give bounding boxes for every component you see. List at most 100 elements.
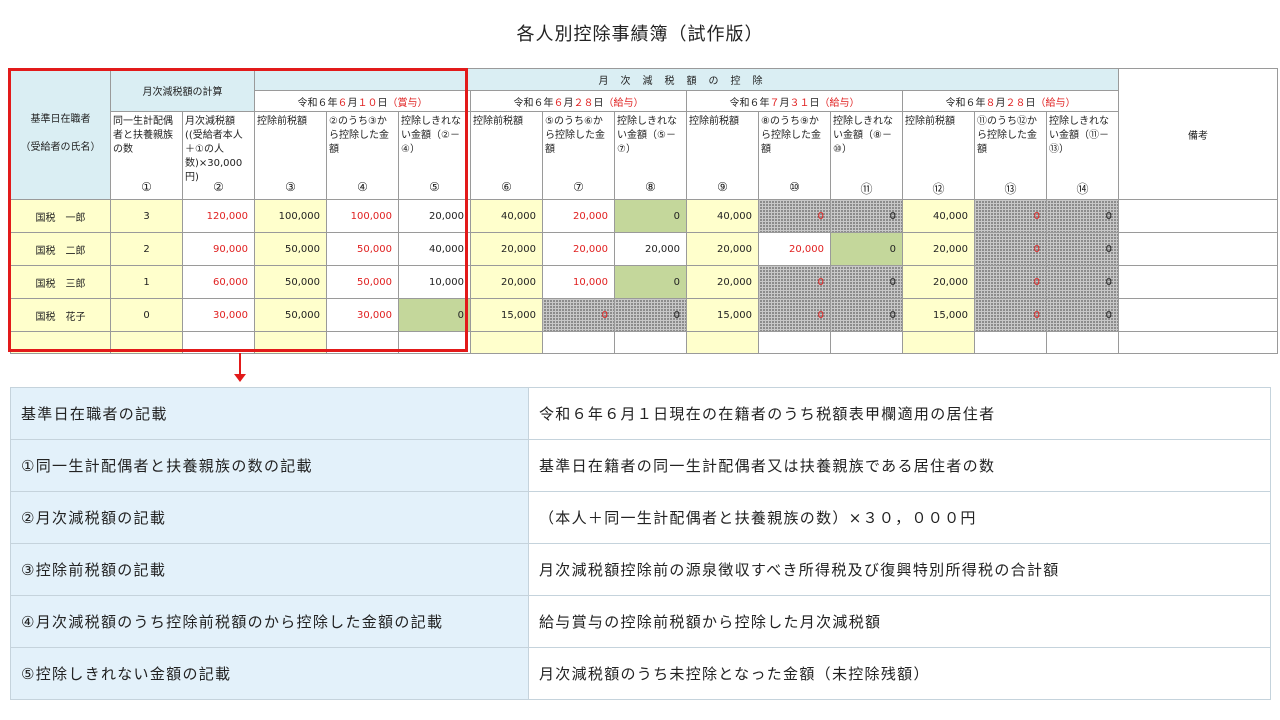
arrow-down-icon (234, 374, 246, 382)
empty-cell (1046, 331, 1119, 354)
empty-cell (902, 331, 975, 354)
col-number: ⑨ (717, 180, 728, 194)
note-row: ⑤控除しきれない金額の記載 月次減税額のうち未控除となった金額（未控除残額） (10, 647, 1271, 700)
sub-column-header: 控除しきれない金額（⑪－⑬） ⑭ (1046, 111, 1119, 200)
amount-cell: 0 (974, 298, 1047, 332)
amount-cell: 10,000 (542, 265, 615, 299)
note-label: ①同一生計配偶者と扶養親族の数の記載 (10, 439, 529, 492)
col-number: ⑩ (789, 180, 800, 194)
date-part-post: 日 (593, 97, 604, 109)
sub-column-header: 控除しきれない金額（⑤－⑦） ⑧ (614, 111, 687, 200)
sub-column-header: 控除前税額 ⑥ (470, 111, 543, 200)
sub-column-label: 控除しきれない金額（⑪－⑬） (1049, 116, 1109, 155)
amount-cell: 0 (614, 265, 687, 299)
date-part-kind: （給与） (819, 97, 860, 109)
date-part-month: ６ (553, 97, 564, 109)
notes-table: 基準日在職者の記載 令和６年６月１日現在の在籍者のうち税額表甲欄適用の居住者 ①同一… (10, 387, 1271, 700)
sub-column-label: 控除前税額 (905, 116, 955, 127)
empty-cell (974, 331, 1047, 354)
payment-date-header: 令和６年６月２８日（給与） (470, 90, 687, 112)
note-label: ②月次減税額の記載 (10, 491, 529, 544)
empty-cell (830, 331, 903, 354)
payment-date-header: 令和６年７月３１日（給与） (686, 90, 903, 112)
amount-cell: 15,000 (686, 298, 759, 332)
highlight-box (8, 68, 468, 352)
amount-cell: 20,000 (902, 232, 975, 266)
amount-cell: 20,000 (542, 199, 615, 233)
date-part-month: ７ (769, 97, 780, 109)
note-row: ②月次減税額の記載 （本人＋同一生計配偶者と扶養親族の数）×３０，０００円 (10, 491, 1271, 544)
note-description: 基準日在籍者の同一生計配偶者又は扶養親族である居住者の数 (528, 439, 1271, 492)
note-row: ④月次減税額のうち控除前税額のから控除した金額の記載 給与賞与の控除前税額から控除… (10, 595, 1271, 648)
col-number: ⑦ (573, 180, 584, 194)
empty-cell (614, 331, 687, 354)
empty-cell (758, 331, 831, 354)
date-part-post: 日 (1025, 97, 1036, 109)
col-number: ⑧ (645, 180, 656, 194)
remarks-cell (1118, 232, 1278, 266)
payment-date-header: 令和６年８月２８日（給与） (902, 90, 1119, 112)
note-label: ⑤控除しきれない金額の記載 (10, 647, 529, 700)
note-row: ①同一生計配偶者と扶養親族の数の記載 基準日在籍者の同一生計配偶者又は扶養親族であ… (10, 439, 1271, 492)
amount-cell: 20,000 (758, 232, 831, 266)
amount-cell: 0 (974, 232, 1047, 266)
remarks-cell (1118, 298, 1278, 332)
amount-cell: 0 (614, 298, 687, 332)
amount-cell: 20,000 (902, 265, 975, 299)
sub-column-label: 控除しきれない金額（⑧－⑩） (833, 116, 893, 155)
note-description: 給与賞与の控除前税額から控除した月次減税額 (528, 595, 1271, 648)
note-description: （本人＋同一生計配偶者と扶養親族の数）×３０，０００円 (528, 491, 1271, 544)
note-label: 基準日在職者の記載 (10, 387, 529, 440)
amount-cell: 0 (542, 298, 615, 332)
date-part-pre: 令和６年 (729, 97, 770, 109)
empty-cell (686, 331, 759, 354)
date-part-day: ２８ (573, 97, 594, 109)
amount-cell: 0 (830, 232, 903, 266)
note-description: 月次減税額控除前の源泉徴収すべき所得税及び復興特別所得税の合計額 (528, 543, 1271, 596)
remarks-header: 備考 (1118, 68, 1278, 200)
date-part-mid: 月 (563, 97, 574, 109)
empty-cell (1118, 331, 1278, 354)
col-number: ⑥ (501, 180, 512, 194)
remarks-cell (1118, 199, 1278, 233)
amount-cell: 0 (1046, 298, 1119, 332)
date-part-pre: 令和６年 (513, 97, 554, 109)
amount-cell: 0 (830, 298, 903, 332)
amount-cell: 15,000 (470, 298, 543, 332)
sub-column-header: ⑪のうち⑫から控除した金額 ⑬ (974, 111, 1047, 200)
empty-cell (470, 331, 543, 354)
col-number: ⑪ (860, 182, 873, 196)
amount-cell: 20,000 (470, 265, 543, 299)
amount-cell: 0 (974, 265, 1047, 299)
page-title: 各人別控除事績簿（試作版） (516, 24, 764, 45)
date-part-post: 日 (809, 97, 820, 109)
date-part-day: ２８ (1005, 97, 1026, 109)
sub-column-header: 控除前税額 ⑫ (902, 111, 975, 200)
date-part-pre: 令和６年 (945, 97, 986, 109)
note-row: ③控除前税額の記載 月次減税額控除前の源泉徴収すべき所得税及び復興特別所得税の合計… (10, 543, 1271, 596)
date-part-mid: 月 (779, 97, 790, 109)
note-label: ③控除前税額の記載 (10, 543, 529, 596)
col-number: ⑬ (1004, 182, 1017, 196)
sub-column-header: ⑤のうち⑥から控除した金額 ⑦ (542, 111, 615, 200)
sub-column-label: 控除前税額 (689, 116, 739, 127)
amount-cell: 0 (1046, 199, 1119, 233)
arrow-line (239, 353, 241, 375)
amount-cell: 20,000 (686, 265, 759, 299)
amount-cell: 0 (758, 199, 831, 233)
amount-cell: 0 (830, 199, 903, 233)
date-part-mid: 月 (995, 97, 1006, 109)
date-part-month: ８ (985, 97, 996, 109)
amount-cell: 20,000 (542, 232, 615, 266)
sub-column-label: 控除しきれない金額（⑤－⑦） (617, 116, 677, 155)
col-number: ⑫ (932, 182, 945, 196)
amount-cell: 0 (614, 199, 687, 233)
amount-cell: 20,000 (470, 232, 543, 266)
remarks-cell (1118, 265, 1278, 299)
note-label: ④月次減税額のうち控除前税額のから控除した金額の記載 (10, 595, 529, 648)
sub-column-label: ⑪のうち⑫から控除した金額 (977, 116, 1037, 155)
date-part-kind: （給与） (603, 97, 644, 109)
amount-cell: 40,000 (470, 199, 543, 233)
col-number: ⑭ (1076, 182, 1089, 196)
sub-column-header: 控除前税額 ⑨ (686, 111, 759, 200)
